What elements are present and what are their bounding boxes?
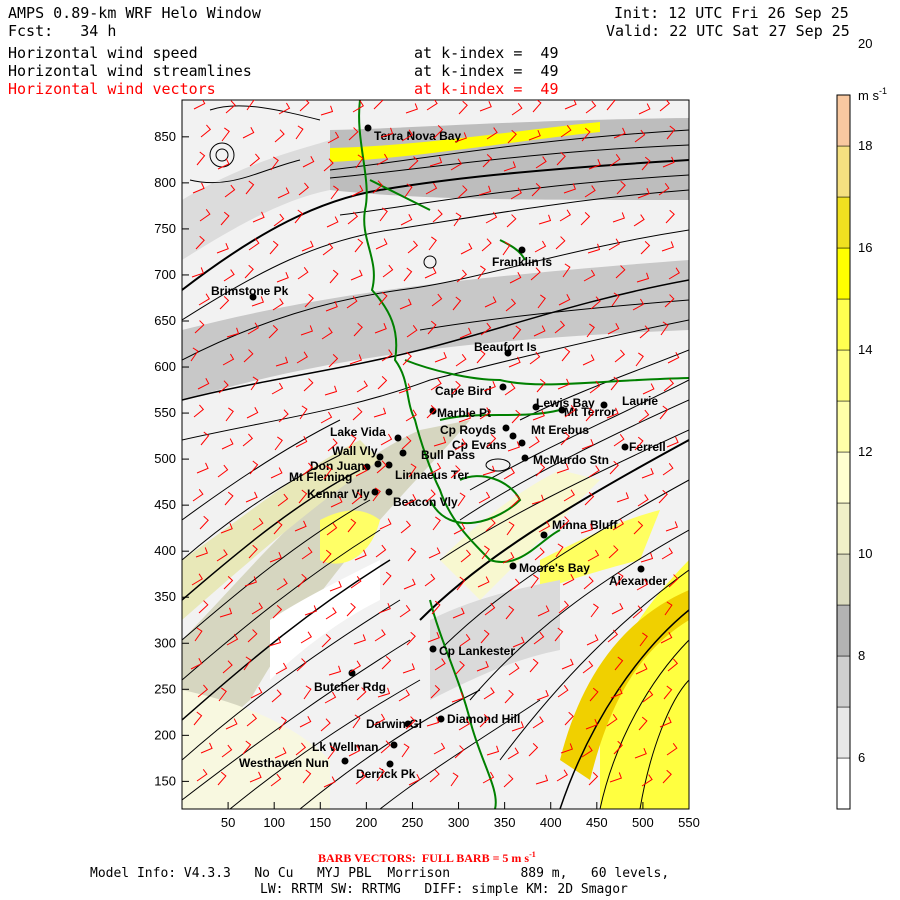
place-dot [341, 757, 349, 765]
place-dot [540, 531, 548, 539]
place-label: Cp Lankester [439, 644, 515, 658]
place-label: Brimstone Pk [211, 284, 289, 298]
place-label: Mt Erebus [531, 423, 589, 437]
map-figure: 50 100 150 200 250 300 350 400 450 500 550 150 200 2… [154, 36, 887, 830]
colorbar-swatch [836, 94, 851, 147]
x-tick-label: 100 [263, 815, 285, 830]
colorbar-label: 16 [858, 240, 872, 255]
place-label: Moore's Bay [519, 561, 590, 575]
y-tick-label: 650 [154, 313, 176, 328]
y-tick-label: 700 [154, 267, 176, 282]
colorbar-swatch [836, 145, 851, 198]
place-dot [499, 383, 507, 391]
place-dot [385, 488, 393, 496]
place-label: Franklin Is [492, 255, 552, 269]
place-label: Linnaeus Ter [395, 468, 469, 482]
colorbar-label: 6 [858, 750, 865, 765]
x-tick-label: 400 [540, 815, 562, 830]
place-dot [502, 424, 510, 432]
place-label: Terra Nova Bay [374, 129, 461, 143]
place-dot [509, 432, 517, 440]
colorbar-label: 8 [858, 648, 865, 663]
place-dot [374, 460, 382, 468]
place-dot [429, 407, 437, 415]
x-tick-label: 450 [586, 815, 608, 830]
y-tick-label: 200 [154, 727, 176, 742]
x-tick-label: 200 [356, 815, 378, 830]
place-label: Marble Pt [437, 406, 491, 420]
place-label: Kennar Vly [307, 487, 370, 501]
place-dot [390, 741, 398, 749]
x-tick-label: 50 [221, 815, 235, 830]
x-tick-label: 550 [678, 815, 700, 830]
colorbar-swatch [836, 349, 851, 402]
place-label: McMurdo Stn [533, 453, 609, 467]
place-dot [521, 454, 529, 462]
x-tick-label: 500 [632, 815, 654, 830]
place-dot [364, 124, 372, 132]
place-label: Laurie [622, 394, 658, 408]
colorbar-swatch [836, 553, 851, 606]
colorbar-swatch [836, 655, 851, 708]
colorbar-swatch [836, 400, 851, 453]
y-tick-label: 150 [154, 773, 176, 788]
place-label: Minna Bluff [552, 518, 618, 532]
colorbar-swatch [836, 757, 851, 810]
place-label: Bull Pass [421, 448, 475, 462]
place-label: Beacon Vly [393, 495, 458, 509]
place-dot [637, 565, 645, 573]
model-info: Model Info: V4.3.3 No Cu MYJ PBL Morriso… [90, 866, 670, 881]
place-label: Butcher Rdg [314, 680, 386, 694]
place-dot [429, 645, 437, 653]
x-tick-label: 150 [309, 815, 331, 830]
colorbar-swatch [836, 196, 851, 249]
place-dot [518, 246, 526, 254]
place-label: Derrick Pk [356, 767, 416, 781]
colorbar-label: 12 [858, 444, 872, 459]
colorbar-label: 10 [858, 546, 872, 561]
y-tick-label: 500 [154, 451, 176, 466]
y-tick-label: 850 [154, 129, 176, 144]
y-tick-label: 800 [154, 175, 176, 190]
y-tick-label: 750 [154, 221, 176, 236]
place-label: Cape Bird [435, 384, 492, 398]
colorbar: m s-1 681012141618202224 [836, 36, 887, 810]
colorbar-swatch [836, 706, 851, 759]
colorbar-swatch [836, 451, 851, 504]
colorbar-swatch [836, 247, 851, 300]
colorbar-units: m s-1 [858, 86, 887, 103]
place-label: Lk Wellman [312, 740, 378, 754]
x-tick-label: 300 [448, 815, 470, 830]
place-dot [394, 434, 402, 442]
y-tick-label: 400 [154, 543, 176, 558]
colorbar-swatch [836, 298, 851, 351]
colorbar-label: 14 [858, 342, 872, 357]
place-dot [621, 443, 629, 451]
x-tick-label: 250 [402, 815, 424, 830]
physics-info: LW: RRTM SW: RRTMG DIFF: simple KM: 2D S… [260, 882, 628, 897]
y-tick-label: 250 [154, 681, 176, 696]
y-tick-label: 300 [154, 635, 176, 650]
y-tick-label: 350 [154, 589, 176, 604]
y-tick-label: 450 [154, 497, 176, 512]
place-label: Lake Vida [330, 425, 386, 439]
place-dot [399, 449, 407, 457]
colorbar-label: 20 [858, 36, 872, 51]
place-label: Wall Vly [332, 444, 378, 458]
colorbar-swatch [836, 604, 851, 657]
y-tick-label: 600 [154, 359, 176, 374]
barb-note: BARB VECTORS: FULL BARB = 5 m s-1 [318, 850, 536, 865]
y-tick-label: 550 [154, 405, 176, 420]
place-dot [509, 562, 517, 570]
place-dot [518, 439, 526, 447]
place-label: Mt Fleming [289, 470, 352, 484]
place-label: Cp Royds [440, 423, 496, 437]
place-label: Westhaven Nun [239, 756, 329, 770]
colorbar-label: 18 [858, 138, 872, 153]
colorbar-swatch [836, 502, 851, 555]
place-label: Beaufort Is [474, 340, 537, 354]
place-label: Ferrell [629, 440, 666, 454]
x-tick-label: 350 [494, 815, 516, 830]
place-label: Alexander [609, 574, 667, 588]
